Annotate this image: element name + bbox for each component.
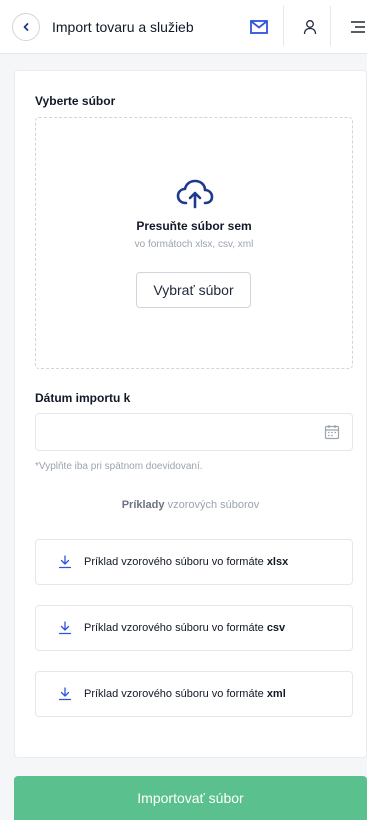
example-prefix: Príklad vzorového súboru vo formáte xyxy=(84,622,267,634)
date-hint: *Vyplňte iba pri spätnom doevidovaní. xyxy=(35,461,203,472)
mail-icon xyxy=(250,20,268,34)
example-prefix: Príklad vzorového súboru vo formáte xyxy=(84,556,267,568)
dropzone-title: Presuňte súbor sem xyxy=(136,219,252,233)
download-icon xyxy=(58,621,72,635)
examples-heading: Príklady vzorových súborov xyxy=(15,499,366,511)
menu-icon xyxy=(351,21,365,33)
example-xml-button[interactable]: Príklad vzorového súboru vo formáte xml xyxy=(35,671,353,717)
mail-button[interactable] xyxy=(245,13,273,41)
calendar-icon[interactable] xyxy=(324,424,340,440)
dropzone-subtitle: vo formátoch xlsx, csv, xml xyxy=(134,239,254,250)
example-prefix: Príklad vzorového súboru vo formáte xyxy=(84,688,267,700)
user-button[interactable] xyxy=(296,13,324,41)
example-format: xlsx xyxy=(266,556,289,568)
app-header: Import tovaru a služieb xyxy=(0,0,367,54)
example-format: xml xyxy=(266,688,286,700)
example-format: csv xyxy=(266,622,286,634)
example-label: Príklad vzorového súboru vo formáte csv xyxy=(84,622,285,634)
cloud-upload-icon xyxy=(176,179,214,209)
examples-heading-bold: Príklady xyxy=(121,499,165,511)
menu-button[interactable] xyxy=(343,13,367,41)
import-form-card: Vyberte súbor Presuňte súbor sem vo form… xyxy=(14,70,367,758)
user-icon xyxy=(303,20,317,35)
file-dropzone[interactable]: Presuňte súbor sem vo formátoch xlsx, cs… xyxy=(35,117,353,369)
chevron-left-icon xyxy=(23,23,29,31)
download-icon xyxy=(58,687,72,701)
import-file-button[interactable]: Importovať súbor xyxy=(14,776,367,820)
choose-file-button[interactable]: Vybrať súbor xyxy=(136,272,251,308)
header-divider xyxy=(330,6,331,46)
page-title: Import tovaru a služieb xyxy=(52,19,194,35)
example-csv-button[interactable]: Príklad vzorového súboru vo formáte csv xyxy=(35,605,353,651)
examples-heading-rest: vzorových súborov xyxy=(164,499,260,511)
example-label: Príklad vzorového súboru vo formáte xml xyxy=(84,688,286,700)
example-label: Príklad vzorového súboru vo formáte xlsx xyxy=(84,556,288,568)
file-section-label: Vyberte súbor xyxy=(35,94,116,108)
date-section-label: Dátum importu k xyxy=(35,391,131,405)
example-xlsx-button[interactable]: Príklad vzorového súboru vo formáte xlsx xyxy=(35,539,353,585)
back-button[interactable] xyxy=(12,13,40,41)
import-date-field[interactable] xyxy=(35,413,353,451)
header-divider xyxy=(283,6,284,46)
download-icon xyxy=(58,555,72,569)
